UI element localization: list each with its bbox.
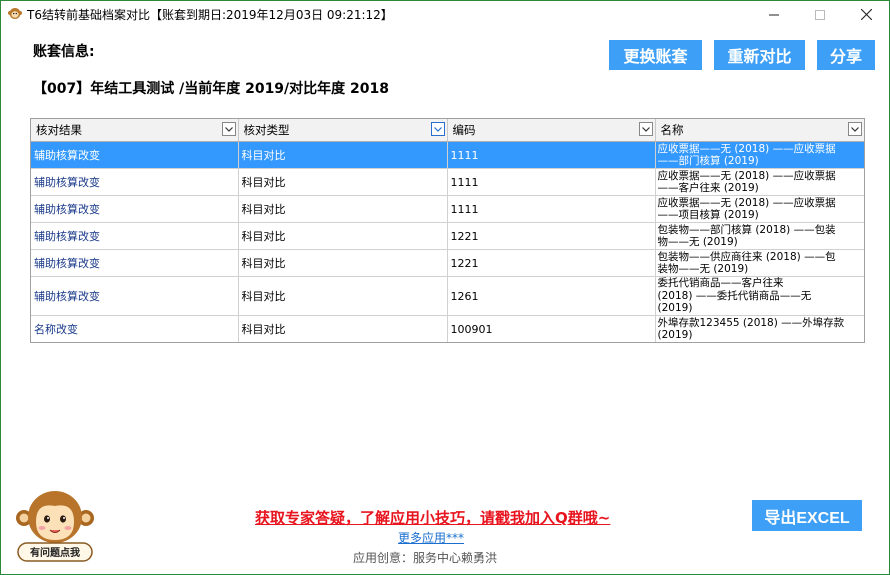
cell-result: 辅助核算改变 bbox=[31, 195, 239, 223]
filter-dropdown-button[interactable] bbox=[638, 122, 653, 136]
cell-code: 1111 bbox=[447, 141, 656, 169]
cell-name: 应收票据——无 (2018) ——应收票据 ——项目核算 (2019) bbox=[655, 195, 864, 223]
window-title: T6结转前基础档案对比【账套到期日:2019年12月03日 09:21:12】 bbox=[27, 8, 393, 22]
name-line: 外埠存款123455 (2018) ——外埠存款 bbox=[657, 316, 845, 329]
cell-code: 1111 bbox=[447, 195, 656, 223]
cell-type: 科目对比 bbox=[238, 222, 448, 250]
cell-name: 应收票据——无 (2018) ——应收票据 ——客户往来 (2019) bbox=[655, 168, 864, 196]
cell-result: 辅助核算改变 bbox=[31, 276, 239, 316]
app-window: T6结转前基础档案对比【账套到期日:2019年12月03日 09:21:12】 … bbox=[0, 0, 890, 575]
cell-result: 辅助核算改变 bbox=[31, 168, 239, 196]
cell-result: 名称改变 bbox=[31, 315, 239, 342]
name-line: 包装物——部门核算 (2018) ——包装 bbox=[657, 223, 836, 236]
column-header-label: 核对结果 bbox=[36, 123, 82, 137]
name-line: 物——无 (2019) bbox=[657, 236, 738, 248]
cell-name: 应收票据——无 (2018) ——应收票据 ——部门核算 (2019) bbox=[655, 141, 864, 169]
cell-code: 1111 bbox=[447, 168, 656, 196]
monkey-app-icon bbox=[8, 8, 22, 19]
name-line: (2019) bbox=[657, 302, 693, 315]
name-line: ——客户往来 (2019) bbox=[657, 182, 759, 194]
name-line: ——项目核算 (2019) bbox=[657, 209, 759, 221]
minimize-button[interactable] bbox=[751, 1, 797, 28]
comparison-table: 核对结果 核对类型 编码 名称 辅助核算改变 科目对比 1111 应收票据——无… bbox=[31, 119, 864, 342]
cell-type: 科目对比 bbox=[238, 249, 448, 277]
chevron-down-icon bbox=[224, 126, 233, 132]
table-row[interactable]: 辅助核算改变 科目对比 1221 包装物——供应商往来 (2018) ——包 装… bbox=[31, 249, 864, 277]
mascot-eye-shine bbox=[47, 517, 49, 519]
mascot-face bbox=[36, 505, 74, 540]
table-row[interactable]: 辅助核算改变 科目对比 1111 应收票据——无 (2018) ——应收票据 —… bbox=[31, 141, 864, 169]
cell-result: 辅助核算改变 bbox=[31, 141, 239, 169]
help-mascot-button[interactable]: 有问题点我 bbox=[14, 488, 96, 565]
table-row[interactable]: 辅助核算改变 科目对比 1111 应收票据——无 (2018) ——应收票据 —… bbox=[31, 168, 864, 196]
comparison-grid[interactable]: 核对结果 核对类型 编码 名称 辅助核算改变 科目对比 1111 应收票据——无… bbox=[30, 118, 865, 343]
mascot-left-eye bbox=[44, 515, 50, 523]
name-line: 委托代销商品——客户往来 bbox=[657, 277, 784, 290]
cell-result: 辅助核算改变 bbox=[31, 249, 239, 277]
name-line: 应收票据——无 (2018) ——应收票据 bbox=[657, 196, 836, 209]
cell-name: 包装物——部门核算 (2018) ——包装 物——无 (2019) bbox=[655, 222, 864, 250]
table-row[interactable]: 辅助核算改变 科目对比 1221 包装物——部门核算 (2018) ——包装 物… bbox=[31, 222, 864, 250]
name-line: 应收票据——无 (2018) ——应收票据 bbox=[657, 169, 836, 182]
cell-name: 包装物——供应商往来 (2018) ——包 装物——无 (2019) bbox=[655, 249, 864, 277]
cell-code: 1221 bbox=[447, 249, 656, 277]
mascot-caption: 有问题点我 bbox=[30, 546, 80, 559]
table-row[interactable]: 名称改变 科目对比 100901 外埠存款123455 (2018) ——外埠存… bbox=[31, 315, 864, 342]
account-info-value: 【007】年结工具测试 /当前年度 2019/对比年度 2018 bbox=[33, 81, 390, 97]
change-account-button[interactable]: 更换账套 bbox=[609, 40, 702, 70]
column-header-label: 核对类型 bbox=[243, 123, 290, 137]
mascot-right-cheek bbox=[64, 526, 72, 530]
close-button[interactable] bbox=[843, 1, 889, 28]
name-line: 包装物——供应商往来 (2018) ——包 bbox=[657, 250, 836, 263]
chevron-down-icon bbox=[433, 126, 442, 132]
title-bar[interactable]: T6结转前基础档案对比【账套到期日:2019年12月03日 09:21:12】 bbox=[1, 1, 889, 28]
cell-name: 委托代销商品——客户往来 (2018) ——委托代销商品——无 (2019) bbox=[655, 276, 864, 316]
chevron-down-icon bbox=[641, 126, 650, 132]
account-info-label: 账套信息: bbox=[33, 44, 95, 60]
table-row[interactable]: 辅助核算改变 科目对比 1261 委托代销商品——客户往来 (2018) ——委… bbox=[31, 276, 864, 316]
mascot-right-eye bbox=[60, 515, 66, 523]
name-line: 装物——无 (2019) bbox=[657, 263, 749, 275]
mascot-eye-shine bbox=[63, 517, 65, 519]
app-credit: 应用创意：服务中心赖勇洪 bbox=[353, 551, 498, 565]
name-line: ——部门核算 (2019) bbox=[657, 155, 759, 167]
chevron-down-icon bbox=[850, 126, 859, 132]
name-line: 应收票据——无 (2018) ——应收票据 bbox=[657, 142, 836, 155]
column-header-label: 名称 bbox=[660, 123, 684, 137]
column-header-result[interactable]: 核对结果 bbox=[31, 119, 239, 142]
cell-name: 外埠存款123455 (2018) ——外埠存款 (2019) bbox=[655, 315, 864, 342]
filter-dropdown-button[interactable] bbox=[221, 122, 236, 136]
join-qq-group-link[interactable]: 获取专家答疑，了解应用小技巧，请戳我加入Q群哦~ bbox=[255, 507, 610, 528]
grid-header-row: 核对结果 核对类型 编码 名称 bbox=[31, 119, 864, 142]
column-header-label: 编码 bbox=[452, 123, 476, 137]
export-excel-button[interactable]: 导出EXCEL bbox=[752, 500, 862, 531]
name-line: (2019) bbox=[657, 329, 693, 341]
cell-type: 科目对比 bbox=[238, 141, 448, 169]
maximize-icon bbox=[815, 9, 825, 20]
name-line: (2018) ——委托代销商品——无 bbox=[657, 289, 812, 302]
cell-type: 科目对比 bbox=[238, 168, 448, 196]
recompare-button[interactable]: 重新对比 bbox=[714, 40, 805, 70]
more-apps-link[interactable]: 更多应用*** bbox=[398, 529, 464, 546]
cell-type: 科目对比 bbox=[238, 276, 448, 316]
cell-type: 科目对比 bbox=[238, 315, 448, 342]
column-header-type[interactable]: 核对类型 bbox=[238, 119, 448, 142]
filter-dropdown-button[interactable] bbox=[847, 122, 862, 136]
cell-code: 100901 bbox=[447, 315, 656, 342]
column-header-code[interactable]: 编码 bbox=[447, 119, 656, 142]
cell-result: 辅助核算改变 bbox=[31, 222, 239, 250]
cell-code: 1261 bbox=[447, 276, 656, 316]
maximize-button[interactable] bbox=[797, 1, 843, 28]
column-header-name[interactable]: 名称 bbox=[655, 119, 864, 142]
mascot-left-cheek bbox=[38, 526, 46, 530]
minimize-icon bbox=[769, 14, 779, 15]
filter-dropdown-button[interactable] bbox=[430, 122, 445, 136]
table-row[interactable]: 辅助核算改变 科目对比 1111 应收票据——无 (2018) ——应收票据 —… bbox=[31, 195, 864, 223]
share-button[interactable]: 分享 bbox=[817, 40, 875, 70]
cell-code: 1221 bbox=[447, 222, 656, 250]
mascot-left-ear-inner bbox=[19, 513, 29, 523]
close-icon bbox=[860, 9, 872, 20]
cell-type: 科目对比 bbox=[238, 195, 448, 223]
mascot-right-ear-inner bbox=[81, 513, 91, 523]
